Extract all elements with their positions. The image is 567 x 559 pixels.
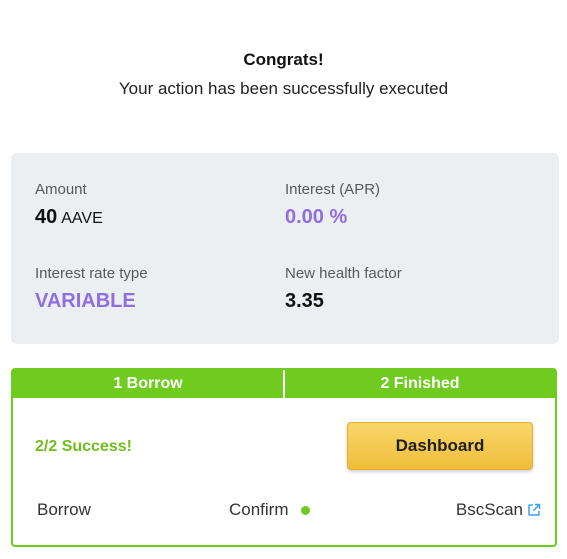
external-link-icon — [528, 503, 541, 516]
step-tab-borrow: 1 Borrow — [113, 375, 183, 392]
interest-field: Interest (APR) 0.00 % — [285, 181, 380, 229]
step-tab-finished: 2 Finished — [283, 370, 555, 398]
tx-status-label: Confirm — [229, 500, 289, 519]
health-factor-label: New health factor — [285, 265, 402, 282]
health-factor-value: 3.35 — [285, 290, 324, 312]
amount-unit: AAVE — [61, 210, 103, 227]
rate-type-field: Interest rate type VARIABLE — [35, 265, 148, 313]
page-title: Congrats! — [243, 50, 324, 69]
success-message: 2/2 Success! — [35, 438, 132, 455]
steps-panel: 1 Borrow 2 Finished 2/2 Success! Dashboa… — [11, 368, 557, 547]
interest-value: 0.00 % — [285, 206, 348, 228]
health-factor-field: New health factor 3.35 — [285, 265, 402, 313]
page: Congrats! Your action has been successfu… — [0, 0, 567, 559]
amount-field: Amount 40 AAVE — [35, 181, 103, 229]
page-subtitle: Your action has been successfully execut… — [118, 79, 449, 98]
steps-header: 1 Borrow 2 Finished — [13, 370, 555, 398]
tx-action-label: Borrow — [37, 500, 91, 519]
dashboard-button[interactable]: Dashboard — [347, 422, 533, 470]
transaction-summary-panel: Amount 40 AAVE Interest (APR) 0.00 % Inte… — [11, 153, 559, 344]
rate-type-label: Interest rate type — [35, 265, 148, 282]
amount-value: 40 AAVE — [35, 206, 103, 229]
rate-type-value: VARIABLE — [35, 290, 136, 312]
bscscan-link[interactable]: BscScan — [456, 500, 541, 520]
amount-number: 40 — [35, 206, 58, 228]
tx-status: Confirm — [229, 500, 310, 520]
status-dot-icon — [300, 505, 310, 515]
amount-label: Amount — [35, 181, 87, 198]
bscscan-link-label: BscScan — [455, 500, 523, 519]
interest-label: Interest (APR) — [285, 181, 381, 198]
